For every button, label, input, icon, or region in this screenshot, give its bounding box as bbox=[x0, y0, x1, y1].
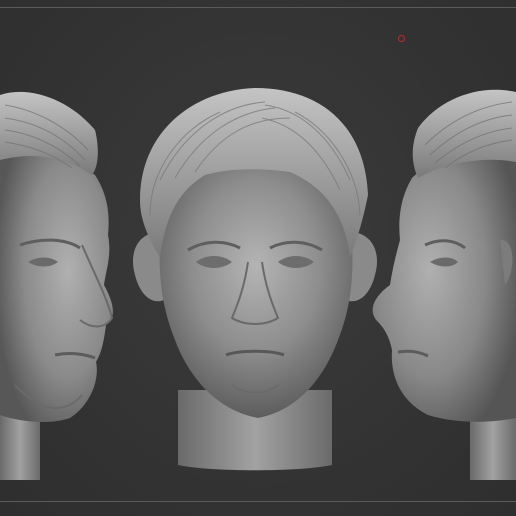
sculpt-scene bbox=[0, 88, 516, 480]
front-bust[interactable] bbox=[132, 88, 378, 471]
front-bust-head bbox=[159, 165, 353, 418]
right-bust[interactable] bbox=[372, 89, 516, 480]
left-bust-head bbox=[0, 146, 113, 422]
sculpt-viewport[interactable] bbox=[0, 0, 516, 516]
left-bust[interactable] bbox=[0, 91, 114, 480]
right-bust-head bbox=[372, 146, 516, 422]
